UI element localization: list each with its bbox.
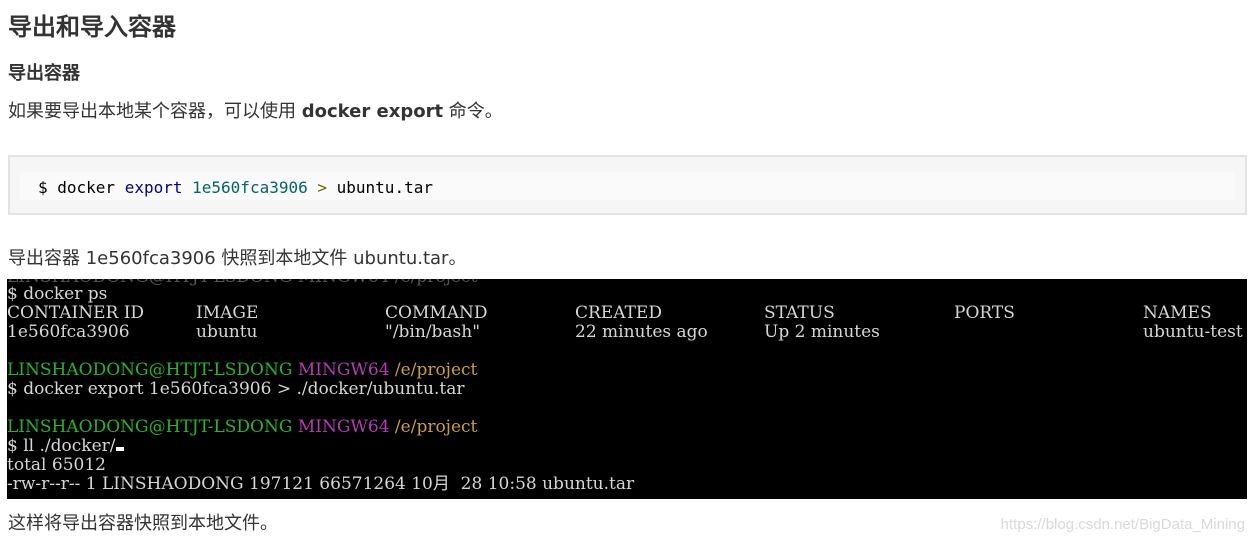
terminal-prompt-1: LINSHAODONG@HTJT-LSDONG MINGW64 /e/proje…	[7, 361, 477, 380]
terminal-row-image: ubuntu	[196, 322, 258, 342]
page-title: 导出和导入容器	[8, 13, 176, 41]
outro-paragraph: 这样将导出容器快照到本地文件。	[8, 513, 278, 534]
intro-suffix: 命令。	[443, 101, 503, 122]
terminal-row-status: Up 2 minutes	[764, 322, 880, 342]
intro-text: 如果要导出本地某个容器，可以使用	[8, 101, 302, 122]
terminal-total: total 65012	[7, 455, 106, 475]
code-container-id: 1e560fca3906	[192, 178, 308, 197]
code-block[interactable]: $ docker export 1e560fca3906 > ubuntu.ta…	[8, 155, 1247, 215]
prompt-user: LINSHAODONG@HTJT-LSDONG	[7, 360, 293, 380]
intro-paragraph: 如果要导出本地某个容器，可以使用 docker export 命令。	[8, 99, 503, 125]
cursor-icon	[116, 447, 125, 451]
terminal-row-names: ubuntu-test	[1143, 322, 1243, 342]
prompt-env: MINGW64	[297, 417, 390, 437]
code-redirect: >	[307, 178, 337, 197]
terminal-header-created: CREATED	[575, 303, 662, 323]
terminal-row-created: 22 minutes ago	[575, 322, 708, 342]
terminal-header-container-id: CONTAINER ID	[7, 303, 145, 323]
intro-command: docker export	[301, 101, 444, 122]
code-target: ubuntu.tar	[336, 178, 433, 197]
code-keyword: export	[124, 178, 183, 197]
terminal-cmd-ps: $ docker ps	[7, 284, 108, 304]
terminal-cmd-ll-line: $ ll ./docker/	[7, 436, 125, 456]
prompt-env: MINGW64	[297, 360, 390, 380]
snapshot-paragraph: 导出容器 1e560fca3906 快照到本地文件 ubuntu.tar。	[8, 248, 467, 269]
terminal-row-container-id: 1e560fca3906	[7, 322, 130, 342]
terminal-listing: -rw-r--r-- 1 LINSHAODONG 197121 66571264…	[7, 474, 635, 494]
terminal-row-command: "/bin/bash"	[385, 322, 481, 342]
prompt-path: /e/project	[394, 360, 478, 380]
terminal-header-names: NAMES	[1143, 303, 1212, 323]
terminal-cmd-export: $ docker export 1e560fca3906 > ./docker/…	[7, 379, 465, 399]
terminal-header-command: COMMAND	[385, 303, 488, 323]
section-title: 导出容器	[8, 63, 80, 84]
prompt-path: /e/project	[394, 417, 478, 437]
code-prompt: $ docker	[38, 178, 125, 197]
terminal-header-status: STATUS	[764, 303, 835, 323]
terminal-cmd-ll: $ ll ./docker/	[7, 436, 116, 456]
prompt-user: LINSHAODONG@HTJT-LSDONG	[7, 417, 293, 437]
terminal-prompt-2: LINSHAODONG@HTJT-LSDONG MINGW64 /e/proje…	[7, 418, 477, 437]
terminal-header-image: IMAGE	[196, 303, 259, 323]
terminal-header-ports: PORTS	[954, 303, 1015, 323]
code-line[interactable]: $ docker export 1e560fca3906 > ubuntu.ta…	[38, 177, 433, 199]
watermark: https://blog.csdn.net/BigData_Mining	[1000, 516, 1245, 533]
terminal-screenshot: LINSHAODONG@HTJT-LSDONG MINGW64 /e/proje…	[7, 279, 1247, 499]
